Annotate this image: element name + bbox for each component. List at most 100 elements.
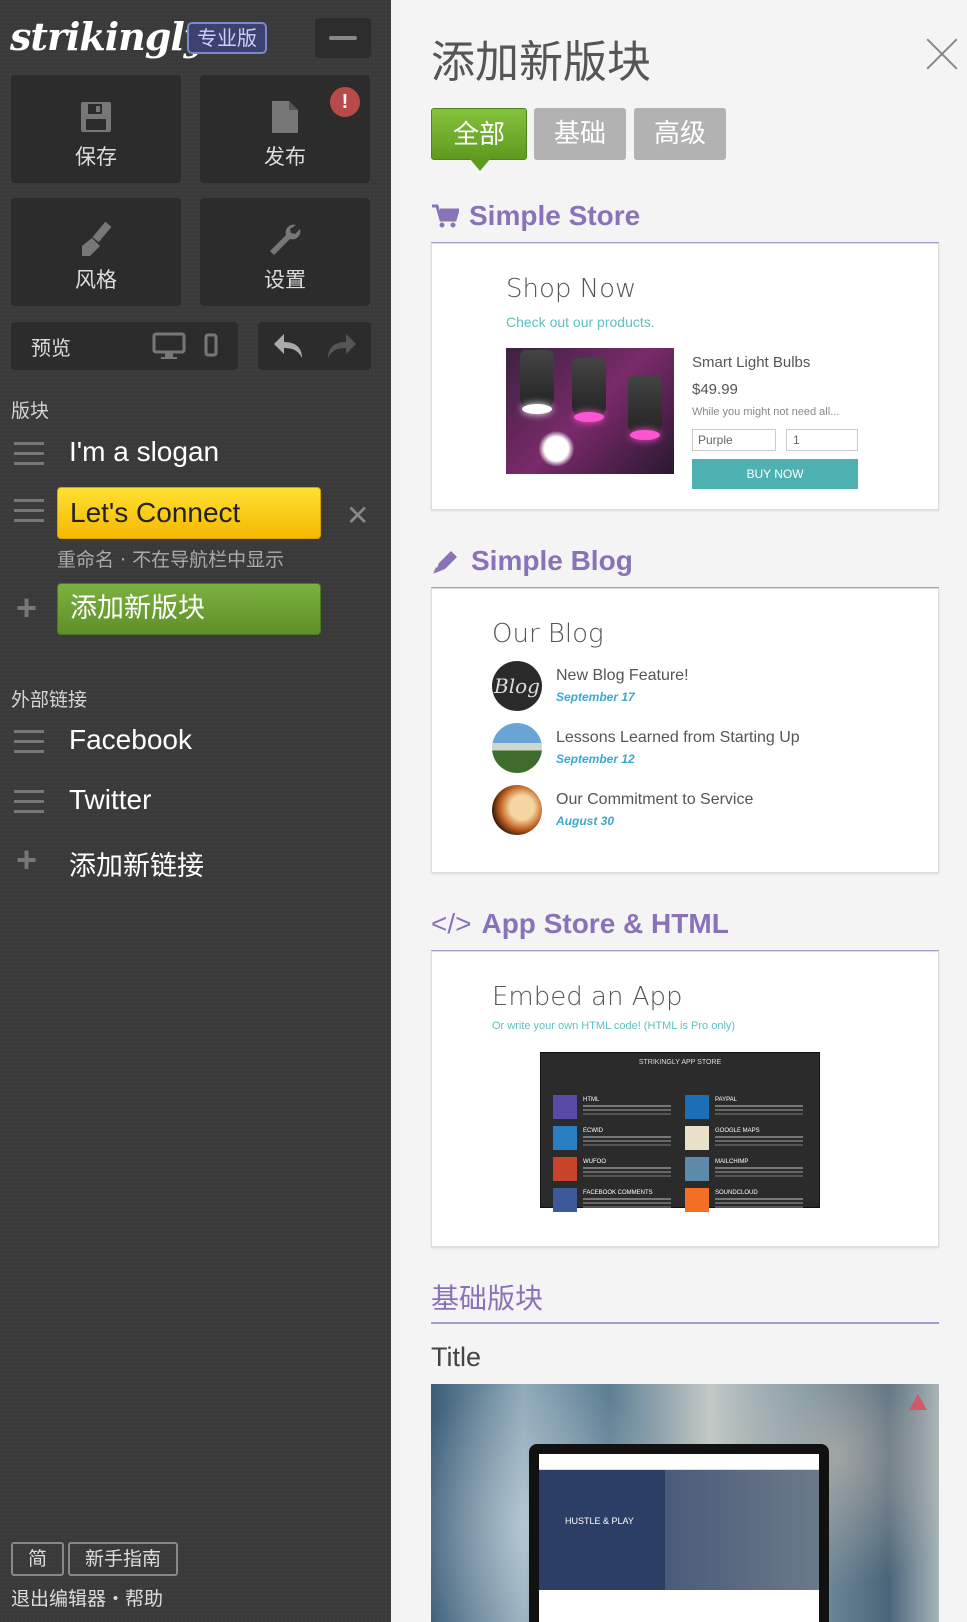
post-title: New Blog Feature! (556, 667, 689, 684)
drag-handle-icon[interactable] (14, 790, 44, 814)
save-button[interactable]: 保存 (11, 75, 181, 183)
title-section-preview[interactable]: HUSTLE & PLAY (431, 1384, 939, 1622)
app-item: HTML (553, 1095, 677, 1121)
store-subtitle: Check out our products. (506, 314, 655, 330)
laptop-mockup: HUSTLE & PLAY (529, 1444, 829, 1622)
preview-bar[interactable]: 预览 (11, 322, 238, 370)
link-label: Facebook (69, 724, 192, 755)
add-section-panel: 添加新版块 全部 基础 高级 Simple Store Shop Now Che… (391, 0, 967, 1622)
external-links-label: 外部链接 (11, 689, 88, 711)
product-name: Smart Light Bulbs (692, 354, 811, 371)
category-title: Simple Store (469, 200, 641, 231)
post-thumbnail (492, 785, 542, 835)
style-label: 风格 (75, 268, 117, 292)
warning-icon (909, 1394, 927, 1410)
redo-icon[interactable] (326, 332, 358, 360)
preview-label: 预览 (31, 336, 71, 360)
drag-handle-icon[interactable] (14, 730, 44, 754)
product-price: $49.99 (692, 381, 738, 398)
category-title: Simple Blog (471, 545, 633, 576)
category-title: App Store & HTML (481, 908, 729, 939)
section-label: I'm a slogan (69, 436, 220, 467)
embed-title: Embed an App (492, 982, 683, 1012)
title-section-label: Title (431, 1342, 482, 1372)
blog-post: Lessons Learned from Starting Up Septemb… (492, 723, 912, 773)
guide-button[interactable]: 新手指南 (68, 1542, 178, 1576)
variant-select: Purple (692, 429, 776, 451)
product-description: While you might not need all... (692, 406, 840, 418)
sections-label: 版块 (11, 400, 50, 422)
product-image (506, 348, 674, 474)
post-thumbnail (492, 723, 542, 773)
undo-icon[interactable] (272, 332, 304, 360)
blog-title: Our Blog (492, 619, 604, 649)
blog-section-preview[interactable]: Our Blog Blog New Blog Feature! Septembe… (431, 588, 939, 873)
desktop-icon[interactable] (152, 332, 186, 360)
section-item[interactable]: I'm a slogan (0, 428, 391, 478)
pro-badge: 专业版 (187, 22, 267, 54)
section-actions[interactable]: 重命名 · 不在导航栏中显示 (57, 545, 284, 572)
editor-sidebar: strikingly 专业版 保存 ! 发布 风格 设置 预览 版块 I'm a… (0, 0, 391, 1622)
brush-icon (11, 220, 181, 260)
category-heading: Simple Blog (431, 545, 633, 577)
app-item: PAYPAL (685, 1095, 809, 1121)
divider (431, 1322, 939, 1324)
add-section-button[interactable]: 添加新版块 (57, 583, 321, 635)
app-item: GOOGLE MAPS (685, 1126, 809, 1152)
link-item[interactable]: Facebook (0, 716, 391, 766)
history-bar (258, 322, 371, 370)
app-item: WUFOO (553, 1157, 677, 1183)
post-title: Lessons Learned from Starting Up (556, 729, 800, 746)
embed-subtitle: Or write your own HTML code! (HTML is Pr… (492, 1020, 736, 1032)
tab-basic[interactable]: 基础 (534, 108, 626, 160)
hero-text: HUSTLE & PLAY (565, 1516, 634, 1526)
code-icon: </> (431, 908, 472, 939)
app-item: MAILCHIMP (685, 1157, 809, 1183)
basic-sections-heading: 基础版块 (431, 1282, 544, 1315)
post-date: August 30 (556, 814, 615, 828)
app-item: SOUNDCLOUD (685, 1188, 809, 1214)
app-store-title: STRIKINGLY APP STORE (638, 1059, 722, 1066)
language-button[interactable]: 简 (11, 1542, 64, 1576)
tab-advanced[interactable]: 高级 (634, 108, 726, 160)
category-heading: </> App Store & HTML (431, 908, 729, 940)
strikingly-logo: strikingly (10, 14, 206, 59)
app-item: ECWID (553, 1126, 677, 1152)
settings-button[interactable]: 设置 (200, 198, 370, 306)
section-button-lets-connect[interactable]: Let's Connect (57, 487, 321, 539)
collapse-sidebar-button[interactable] (315, 18, 371, 58)
minus-icon (329, 36, 357, 40)
drag-handle-icon[interactable] (14, 499, 44, 523)
quantity-field: 1 (786, 429, 858, 451)
close-icon[interactable] (924, 36, 960, 72)
app-store-screenshot: STRIKINGLY APP STORE HTML PAYPAL ECWID G… (540, 1052, 820, 1212)
app-item: FACEBOOK COMMENTS (553, 1188, 677, 1214)
delete-section-icon[interactable]: ✕ (346, 499, 369, 532)
footer-links[interactable]: 退出编辑器・帮助 (11, 1584, 163, 1611)
settings-label: 设置 (264, 268, 306, 292)
drag-handle-icon[interactable] (14, 442, 44, 466)
plus-icon[interactable]: + (16, 590, 37, 626)
mobile-icon[interactable] (204, 333, 218, 359)
link-item[interactable]: Twitter (0, 776, 391, 826)
post-date: September 17 (556, 690, 635, 704)
wrench-icon (200, 220, 370, 260)
pen-icon (433, 551, 457, 574)
add-link-row[interactable]: + 添加新链接 (0, 836, 391, 886)
app-section-preview[interactable]: Embed an App Or write your own HTML code… (431, 951, 939, 1247)
save-label: 保存 (75, 145, 117, 169)
post-date: September 12 (556, 752, 635, 766)
save-icon (11, 97, 181, 137)
alert-badge: ! (330, 87, 360, 117)
buy-now-button: BUY NOW (692, 459, 858, 489)
store-section-preview[interactable]: Shop Now Check out our products. Smart L… (431, 243, 939, 510)
tab-all[interactable]: 全部 (431, 108, 527, 171)
post-thumbnail: Blog (492, 661, 542, 711)
publish-button[interactable]: ! 发布 (200, 75, 370, 183)
style-button[interactable]: 风格 (11, 198, 181, 306)
post-title: Our Commitment to Service (556, 791, 754, 808)
category-heading: Simple Store (431, 200, 640, 232)
store-title: Shop Now (506, 274, 637, 304)
panel-title: 添加新版块 (431, 37, 651, 88)
add-link-label: 添加新链接 (69, 851, 204, 882)
